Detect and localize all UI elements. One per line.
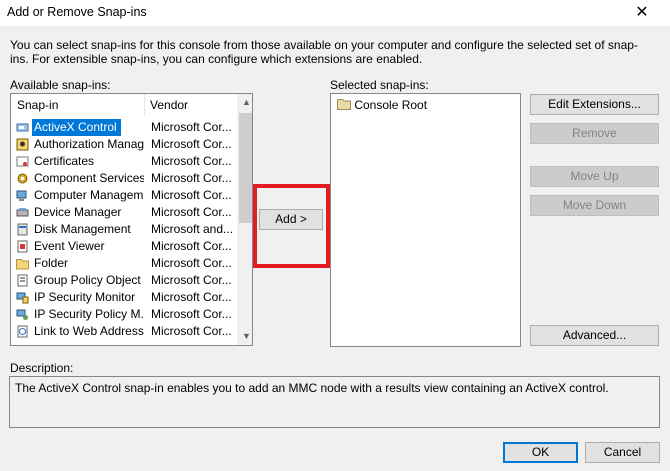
highlight-box — [253, 184, 330, 268]
intro-text: You can select snap-ins for this console… — [10, 38, 638, 66]
snapin-row[interactable]: Authorization Manager Microsoft Cor... — [11, 136, 237, 153]
snapin-vendor: Microsoft Cor... — [151, 171, 232, 185]
snapin-vendor: Microsoft Cor... — [151, 307, 232, 321]
event-viewer-icon — [16, 240, 29, 253]
snapin-vendor: Microsoft Cor... — [151, 239, 232, 253]
snapin-name: Device Manager — [34, 205, 122, 219]
close-icon[interactable]: ✕ — [630, 3, 654, 23]
selected-snapins-label: Selected snap-ins: — [330, 78, 429, 92]
computer-management-icon — [16, 189, 29, 202]
snapin-row[interactable]: Group Policy Object ... Microsoft Cor... — [11, 272, 237, 289]
snapin-name: Group Policy Object ... — [34, 273, 144, 287]
advanced-button[interactable]: Advanced... — [530, 325, 659, 346]
snapin-vendor: Microsoft Cor... — [151, 120, 232, 134]
snapin-row[interactable]: Component Services Microsoft Cor... — [11, 170, 237, 187]
selected-snapins-list[interactable]: Console Root — [330, 93, 521, 347]
snapin-vendor: Microsoft Cor... — [151, 273, 232, 287]
snapin-name: Event Viewer — [34, 239, 105, 253]
column-header-vendor[interactable]: Vendor — [145, 94, 235, 116]
snapin-name: ActiveX Control — [32, 119, 121, 136]
snapin-row[interactable]: IP Security Monitor Microsoft Cor... — [11, 289, 237, 306]
snapin-name: IP Security Monitor — [34, 290, 136, 304]
snapin-vendor: Microsoft Cor... — [151, 256, 232, 270]
ip-security-icon — [16, 291, 29, 304]
snapin-rows: ActiveX Control Microsoft Cor... Authoriza… — [11, 119, 237, 340]
snapin-vendor: Microsoft Cor... — [151, 154, 232, 168]
folder-icon — [16, 257, 29, 270]
snapin-row[interactable]: Event Viewer Microsoft Cor... — [11, 238, 237, 255]
snapin-vendor: Microsoft Cor... — [151, 324, 232, 338]
move-up-button[interactable]: Move Up — [530, 166, 659, 187]
snapin-name: Component Services — [34, 171, 144, 185]
snapin-name: Disk Management — [34, 222, 131, 236]
scroll-down-icon[interactable]: ▼ — [238, 328, 252, 345]
scroll-thumb[interactable] — [239, 113, 252, 223]
snapin-name: IP Security Policy M... — [34, 307, 144, 321]
available-snapins-label: Available snap-ins: — [10, 78, 111, 92]
console-root-label: Console Root — [354, 98, 428, 112]
snapin-name: Link to Web Address — [34, 324, 144, 338]
snapin-row[interactable]: Certificates Microsoft Cor... — [11, 153, 237, 170]
activex-icon — [16, 121, 29, 134]
snapin-vendor: Microsoft and... — [151, 222, 234, 236]
column-header-snapin[interactable]: Snap-in — [11, 94, 145, 116]
gear-icon — [16, 172, 29, 185]
snapin-row[interactable]: Device Manager Microsoft Cor... — [11, 204, 237, 221]
remove-button[interactable]: Remove — [530, 123, 659, 144]
device-manager-icon — [16, 206, 29, 219]
ip-security-policy-icon — [16, 308, 29, 321]
snapin-vendor: Microsoft Cor... — [151, 188, 232, 202]
description-label: Description: — [10, 361, 74, 375]
snapin-vendor: Microsoft Cor... — [151, 290, 232, 304]
snapin-name: Certificates — [34, 154, 95, 168]
ok-button[interactable]: OK — [503, 442, 578, 463]
description-box: The ActiveX Control snap-in enables you … — [9, 376, 660, 428]
snapin-row[interactable]: IP Security Policy M... Microsoft Cor... — [11, 306, 237, 323]
console-root-item[interactable]: Console Root — [337, 97, 427, 114]
move-down-button[interactable]: Move Down — [530, 195, 659, 216]
snapin-vendor: Microsoft Cor... — [151, 205, 232, 219]
snapin-name: Folder — [34, 256, 69, 270]
window-title: Add or Remove Snap-ins — [7, 5, 147, 19]
snapin-row[interactable]: Computer Managem... Microsoft Cor... — [11, 187, 237, 204]
scroll-up-icon[interactable]: ▲ — [238, 94, 252, 111]
group-policy-icon — [16, 274, 29, 287]
snapin-row[interactable]: Link to Web Address Microsoft Cor... — [11, 323, 237, 340]
snapin-row[interactable]: Disk Management Microsoft and... — [11, 221, 237, 238]
web-link-icon — [16, 325, 29, 338]
vertical-scrollbar[interactable]: ▲ ▼ — [237, 94, 252, 345]
available-snapins-list[interactable]: Snap-in Vendor ActiveX Control Microsoft … — [10, 93, 253, 346]
authorization-icon — [16, 138, 29, 151]
snapin-vendor: Microsoft Cor... — [151, 137, 232, 151]
description-text: The ActiveX Control snap-in enables you … — [15, 381, 609, 395]
folder-icon — [337, 99, 351, 110]
snapin-name: Authorization Manager — [34, 137, 144, 151]
snapin-row[interactable]: ActiveX Control Microsoft Cor... — [11, 119, 237, 136]
snapin-name: Computer Managem... — [34, 188, 144, 202]
cancel-button[interactable]: Cancel — [585, 442, 660, 463]
snapin-row[interactable]: Folder Microsoft Cor... — [11, 255, 237, 272]
edit-extensions-button[interactable]: Edit Extensions... — [530, 94, 659, 115]
disk-icon — [16, 223, 29, 236]
certificate-icon — [16, 155, 29, 168]
